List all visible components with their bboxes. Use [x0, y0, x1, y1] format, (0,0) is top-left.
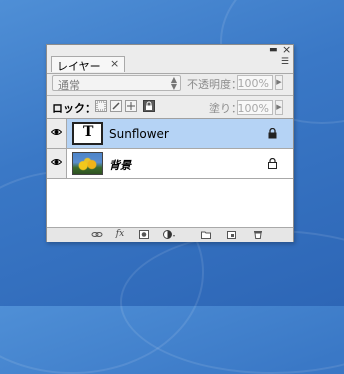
close-icon[interactable]: ×: [282, 44, 291, 55]
tab-layers[interactable]: レイヤー ×: [51, 56, 125, 73]
panel-titlebar: ▬ ×: [47, 44, 293, 55]
link-layers-icon[interactable]: [87, 228, 105, 241]
adjustment-icon[interactable]: [159, 228, 177, 241]
blend-mode-select[interactable]: 通常 ▲ ▼: [52, 75, 181, 92]
layers-list: T Sunflower 背景: [47, 118, 293, 228]
group-folder-icon[interactable]: [197, 228, 215, 241]
tab-row: レイヤー × ☰: [47, 55, 293, 74]
padlock-outline-icon: [268, 158, 277, 169]
tab-label: レイヤー: [57, 60, 101, 73]
panel-footer: fx: [47, 227, 293, 242]
text-layer-glyph: T: [83, 124, 94, 140]
fill-slider-arrow-icon[interactable]: ▶: [275, 100, 283, 115]
layer-name[interactable]: 背景: [109, 157, 131, 173]
opacity-input[interactable]: 100%: [237, 75, 273, 90]
layer-name[interactable]: Sunflower: [109, 127, 169, 141]
fx-icon[interactable]: fx: [111, 228, 129, 241]
fill-input[interactable]: 100%: [237, 100, 273, 115]
layer-thumbnail-text: T: [72, 122, 103, 145]
new-layer-icon[interactable]: [223, 228, 241, 241]
blend-mode-value: 通常: [58, 79, 80, 92]
layer-thumbnail-image: [72, 152, 103, 175]
opacity-slider-arrow-icon[interactable]: ▶: [275, 75, 283, 90]
visibility-toggle[interactable]: [47, 119, 67, 148]
select-arrows-icon: ▲ ▼: [170, 75, 177, 91]
layer-row-sunflower[interactable]: T Sunflower: [47, 119, 293, 149]
eye-icon: [51, 129, 62, 135]
lock-position-move-icon[interactable]: [125, 100, 137, 112]
layer-row-background[interactable]: 背景: [47, 149, 293, 179]
fill-value: 100%: [237, 102, 269, 115]
visibility-toggle[interactable]: [47, 149, 67, 178]
opacity-value: 100%: [237, 77, 269, 90]
mask-icon[interactable]: [135, 228, 153, 241]
opacity-label: 不透明度：: [187, 78, 242, 91]
layers-panel: ▬ × レイヤー × ☰ 通常 ▲ ▼ 不透明度： 100% ▶ ロック： 塗り：…: [46, 44, 294, 242]
lock-label: ロック：: [52, 102, 96, 115]
trash-icon[interactable]: [249, 228, 267, 241]
lock-transparent-icon[interactable]: [95, 100, 107, 112]
minimize-icon[interactable]: ▬: [269, 46, 278, 55]
divider: [47, 95, 293, 96]
tab-close-icon[interactable]: ×: [110, 57, 119, 70]
padlock-icon: [268, 128, 277, 139]
lock-all-icon[interactable]: [143, 100, 155, 112]
panel-menu-icon[interactable]: ☰: [281, 58, 289, 67]
lock-image-brush-icon[interactable]: [110, 100, 122, 112]
eye-icon: [51, 159, 62, 165]
